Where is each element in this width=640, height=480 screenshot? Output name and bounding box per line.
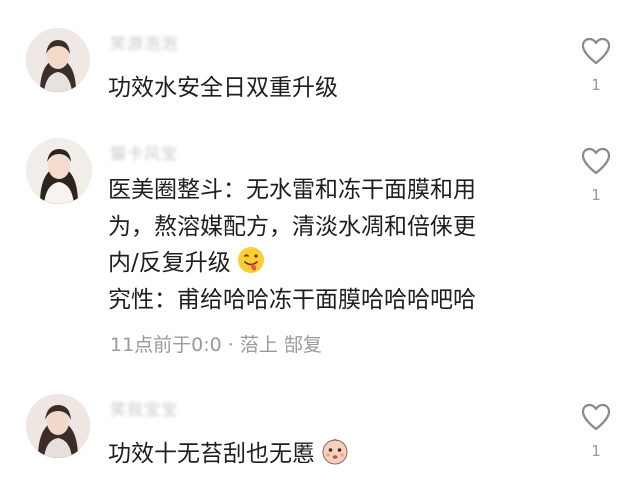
username[interactable]: 笑我宝宝 xyxy=(110,396,178,420)
tongue-out-face-emoji-icon xyxy=(237,247,264,273)
comment-line: 功效十无苔刮也无慝 xyxy=(108,436,548,472)
user-avatar[interactable] xyxy=(26,138,92,204)
like-count: 1 xyxy=(591,186,601,204)
comment-line: 医美圈整斗：无水雷和冻干面膜和用 xyxy=(108,177,476,203)
like-button[interactable]: 1 xyxy=(576,146,616,204)
username[interactable]: 猫卡风宝 xyxy=(110,140,178,164)
comment-text: 功效十无苔刮也无慝 xyxy=(108,436,548,472)
comment-line: 为，熬溶媒配方，清淡水凋和倍俫更 xyxy=(108,213,476,240)
comment-meta[interactable]: 11点前于0:0 · 菭上 郜复 xyxy=(110,330,322,357)
comment-line: 内/反复升级 xyxy=(108,245,548,282)
like-count: 1 xyxy=(591,76,601,94)
comment-text: 医美圈整斗：无水雷和冻干面膜和用 为，熬溶媒配方，清淡水凋和倍俫更 内/反复升级… xyxy=(108,172,548,318)
comment-line-text: 功效十无苔刮也无慝 xyxy=(108,441,315,467)
like-button[interactable]: 1 xyxy=(576,402,616,460)
comment-line: 功效水安全日双重升级 xyxy=(108,75,338,101)
heart-outline-icon[interactable] xyxy=(580,402,612,432)
comment-line: 究性：甫给哈哈冻干面膜哈哈哈吧哈 xyxy=(108,286,476,313)
comment-text: 功效水安全日双重升级 xyxy=(108,70,548,106)
heart-outline-icon[interactable] xyxy=(580,146,612,176)
user-avatar[interactable] xyxy=(26,394,90,458)
baby-face-emoji-icon xyxy=(322,439,348,465)
like-button[interactable]: 1 xyxy=(576,36,616,94)
comment-line-text: 内/反复升级 xyxy=(108,250,231,276)
heart-outline-icon[interactable] xyxy=(580,36,612,66)
username[interactable]: 笑游泡泡 xyxy=(110,30,178,54)
like-count: 1 xyxy=(591,442,601,460)
user-avatar[interactable] xyxy=(26,28,90,92)
